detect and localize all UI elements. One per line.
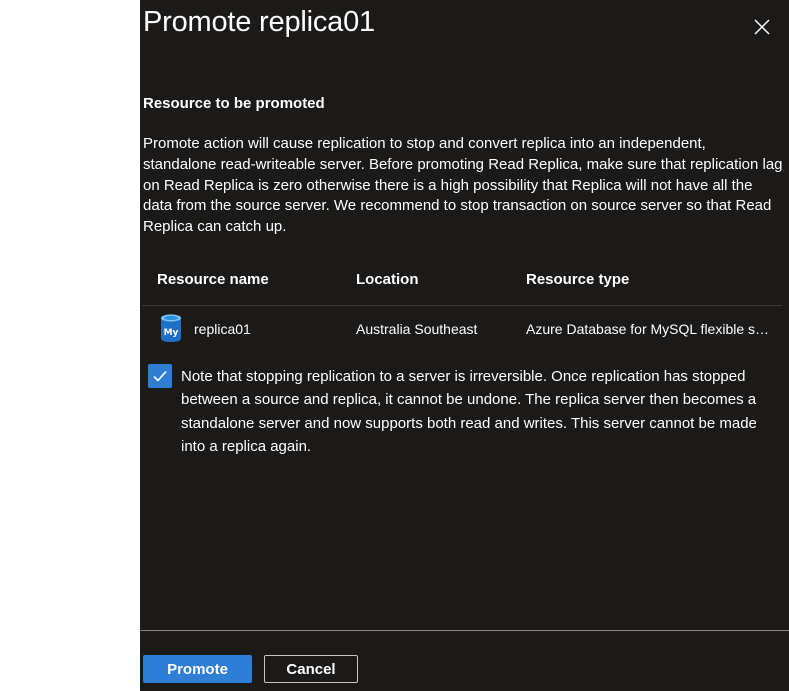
column-header-resource-name: Resource name [157, 271, 269, 288]
irreversible-acknowledgement-checkbox[interactable] [148, 364, 172, 388]
resource-name-cell: replica01 [194, 321, 251, 337]
resource-table: Resource name Location Resource type My … [142, 262, 782, 352]
location-cell: Australia Southeast [356, 321, 478, 337]
close-icon [754, 19, 770, 35]
section-heading: Resource to be promoted [143, 95, 325, 112]
table-row: My replica01 Australia Southeast Azure D… [142, 306, 782, 352]
cancel-button[interactable]: Cancel [264, 655, 358, 683]
panel-title: Promote replica01 [143, 6, 375, 38]
promote-button[interactable]: Promote [143, 655, 252, 683]
checkmark-icon [153, 370, 167, 382]
footer-divider [140, 630, 789, 631]
mysql-database-icon: My [161, 314, 181, 342]
column-header-location: Location [356, 271, 419, 288]
close-button[interactable] [749, 14, 775, 40]
page-backdrop [0, 0, 140, 691]
promote-replica-panel: Promote replica01 Resource to be promote… [140, 0, 789, 691]
table-header: Resource name Location Resource type [142, 262, 782, 306]
mysql-icon-label: My [164, 328, 179, 338]
acknowledgement-text: Note that stopping replication to a serv… [181, 368, 757, 456]
column-header-resource-type: Resource type [526, 271, 630, 288]
promote-description: Promote action will cause replication to… [143, 135, 783, 236]
resource-type-cell: Azure Database for MySQL flexible server [526, 321, 774, 337]
